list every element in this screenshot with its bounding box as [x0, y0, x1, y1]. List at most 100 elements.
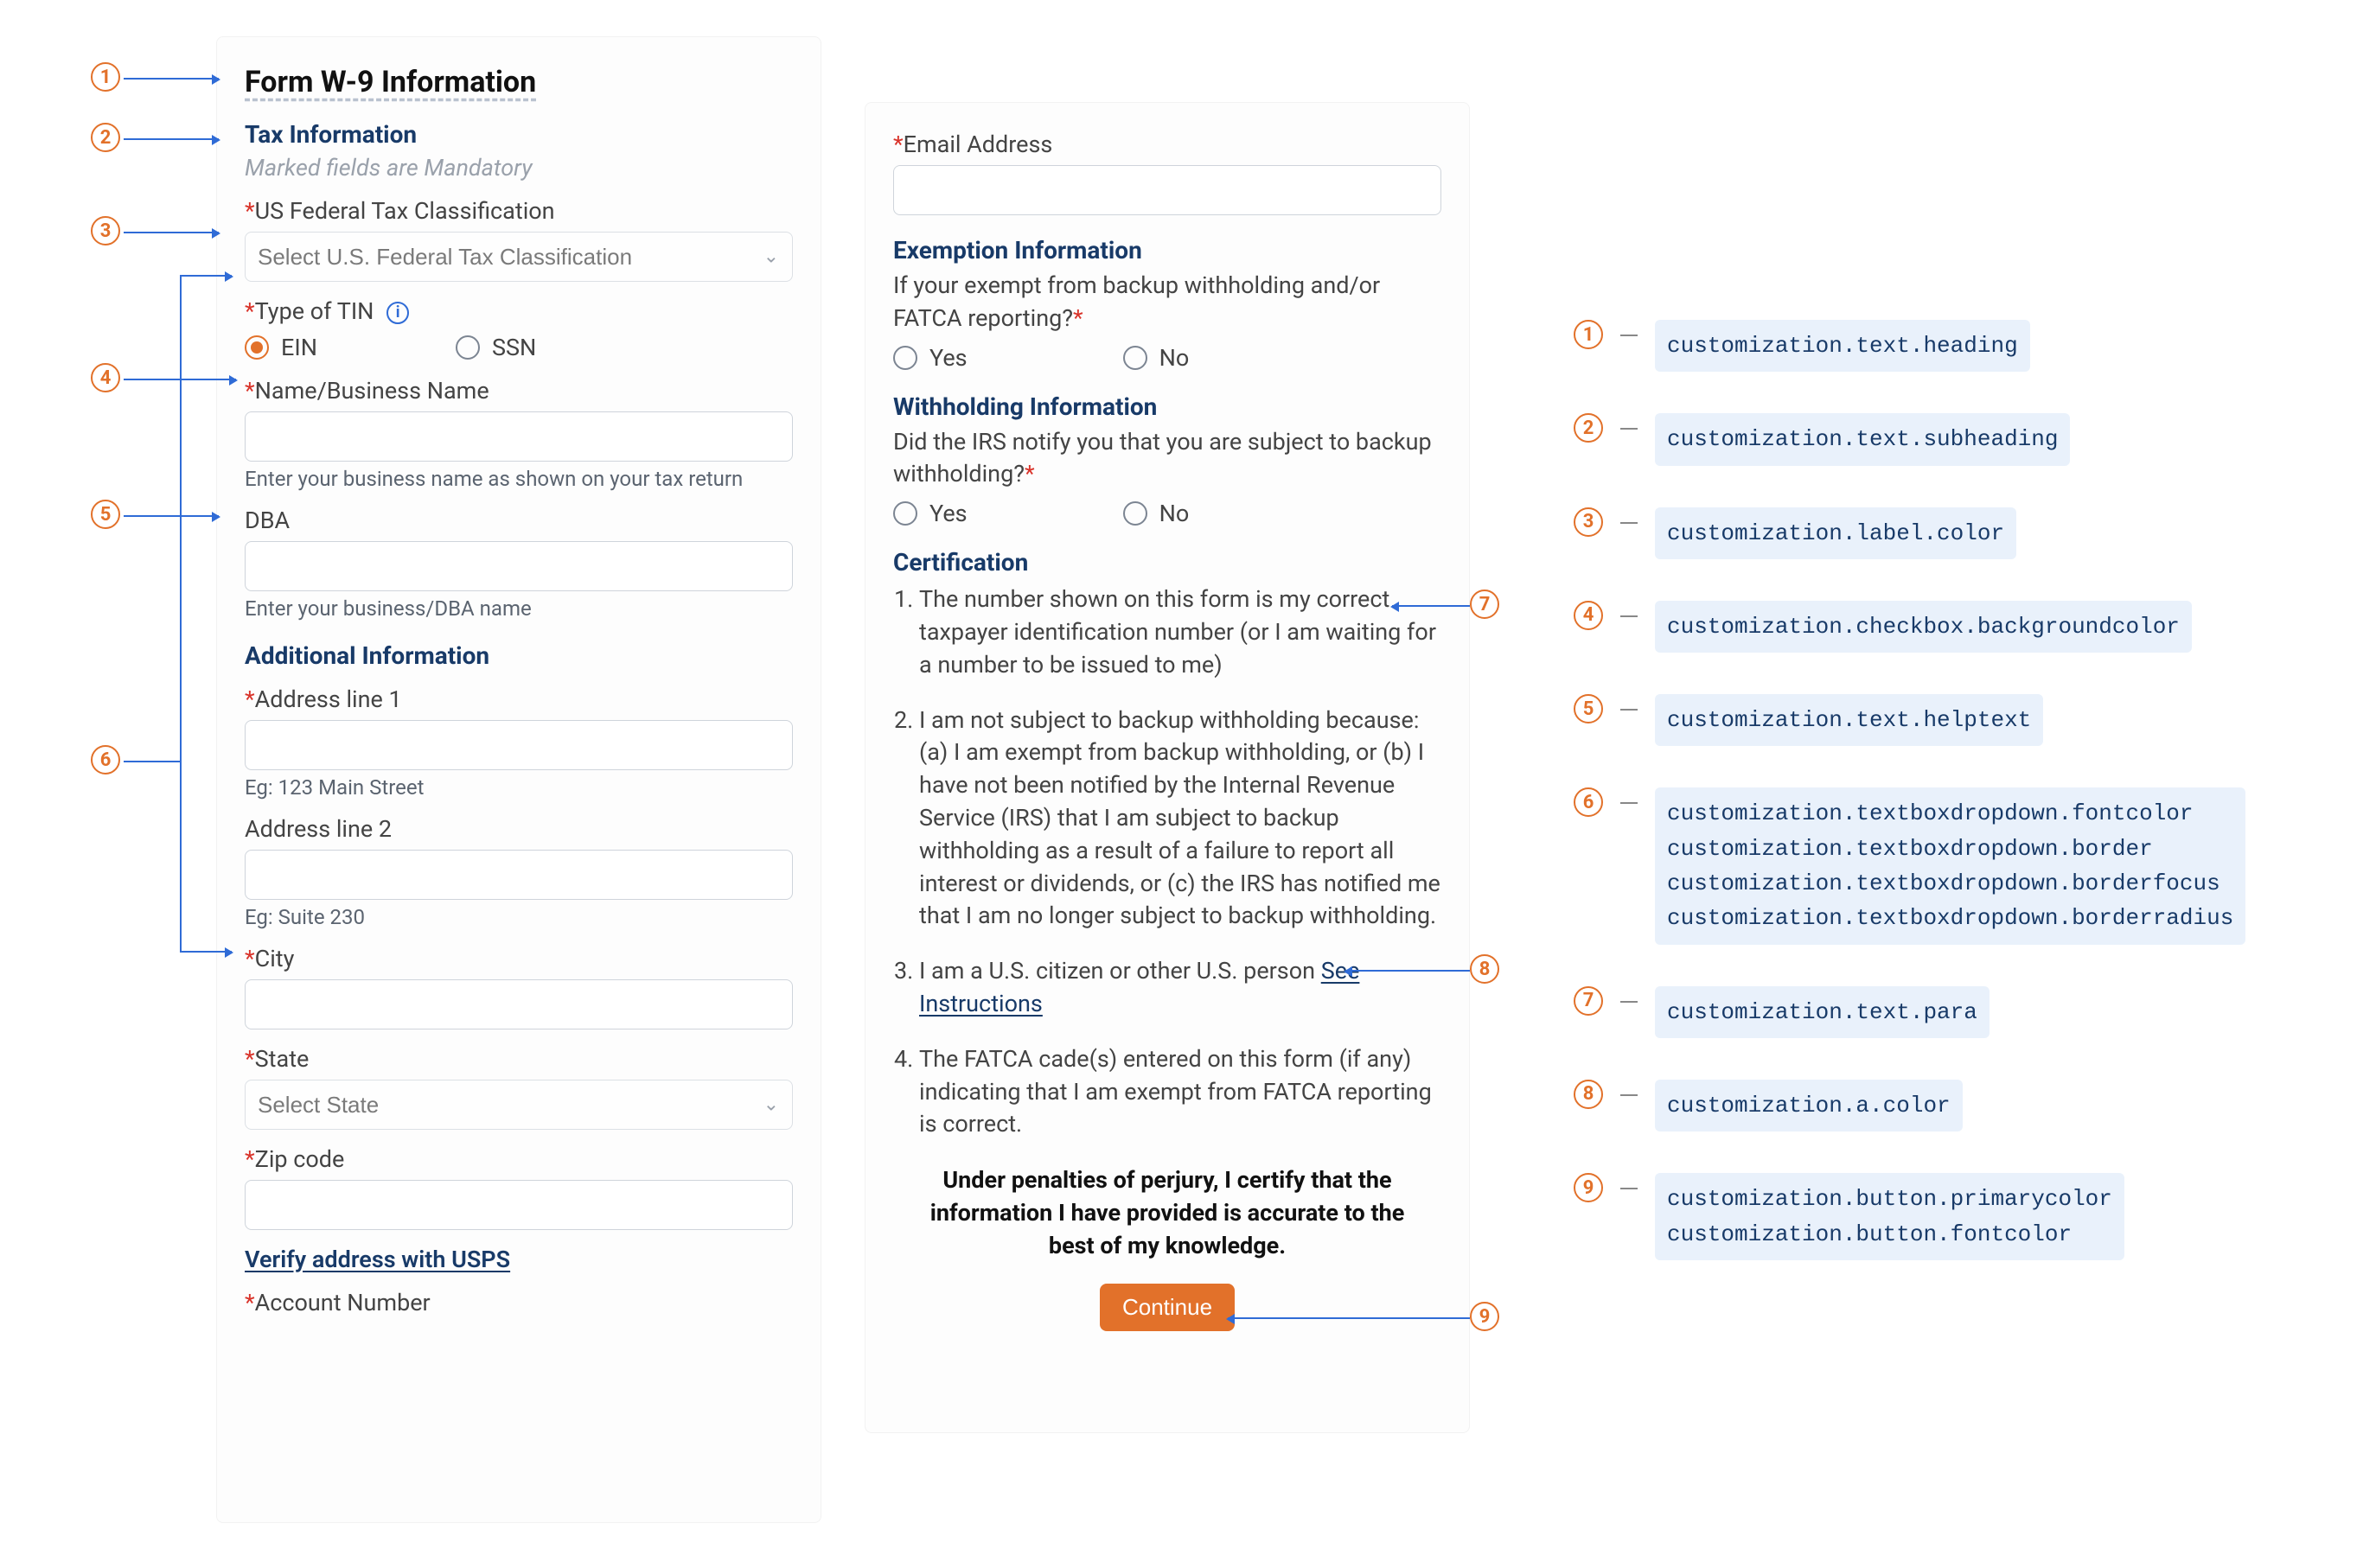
- dash-icon: [1620, 615, 1638, 617]
- business-name-label: *Name/Business Name: [245, 377, 793, 405]
- annotation-marker-8: 8: [1470, 954, 1499, 984]
- classification-label: *US Federal Tax Classification: [245, 197, 793, 225]
- withholding-no-label: No: [1159, 500, 1190, 527]
- cert-item-2: I am not subject to backup withholding b…: [919, 704, 1441, 934]
- annotation-marker-7: 7: [1470, 590, 1499, 619]
- zip-label-text: Zip code: [255, 1145, 345, 1173]
- dba-help: Enter your business/DBA name: [245, 596, 793, 621]
- addr1-help: Eg: 123 Main Street: [245, 775, 793, 800]
- doc-token-5: customization.text.helptext: [1655, 694, 2043, 746]
- account-label: *Account Number: [245, 1289, 793, 1316]
- doc-token-6: customization.textboxdropdown.fontcolor …: [1655, 787, 2245, 944]
- radio-icon: [1123, 501, 1147, 526]
- dash-icon: [1620, 709, 1638, 711]
- doc-marker-1: 1: [1574, 320, 1603, 349]
- account-label-text: Account Number: [255, 1289, 431, 1316]
- tin-ein-label: EIN: [281, 334, 317, 361]
- annotation-marker-1: 1: [91, 62, 120, 92]
- page-title: Form W-9 Information: [245, 65, 793, 99]
- state-label-text: State: [255, 1045, 310, 1073]
- annotation-connector: [1392, 605, 1470, 607]
- state-select[interactable]: Select State: [245, 1080, 793, 1130]
- mandatory-note: Marked fields are Mandatory: [245, 154, 793, 182]
- doc-marker-8: 8: [1574, 1080, 1603, 1109]
- radio-icon: [1123, 346, 1147, 370]
- exemption-subheading: Exemption Information: [893, 236, 1441, 265]
- annotation-marker-2: 2: [91, 123, 120, 152]
- annotation-connector: [124, 78, 219, 80]
- email-label-text: Email Address: [904, 131, 1053, 158]
- continue-button[interactable]: Continue: [1100, 1284, 1235, 1331]
- dash-icon: [1620, 1001, 1638, 1003]
- doc-marker-2: 2: [1574, 413, 1603, 443]
- email-input[interactable]: [893, 165, 1441, 215]
- dash-icon: [1620, 802, 1638, 804]
- classification-select[interactable]: Select U.S. Federal Tax Classification: [245, 232, 793, 282]
- annotation-connector: [124, 761, 180, 762]
- annotation-connector: [124, 232, 219, 233]
- exemption-yes[interactable]: Yes: [893, 344, 968, 372]
- state-label: *State: [245, 1045, 793, 1073]
- dba-label: DBA: [245, 507, 793, 534]
- cert-item-3-text: I am a U.S. citizen or other U.S. person: [919, 957, 1321, 985]
- certification-list: The number shown on this form is my corr…: [893, 583, 1441, 1141]
- tin-type-radio-group: EIN SSN: [245, 334, 793, 361]
- addr2-help: Eg: Suite 230: [245, 905, 793, 929]
- withholding-yes-label: Yes: [929, 500, 968, 527]
- perjury-statement: Under penalties of perjury, I certify th…: [919, 1164, 1415, 1262]
- info-icon[interactable]: i: [386, 302, 409, 324]
- tin-ssn-label: SSN: [492, 334, 536, 361]
- email-label: *Email Address: [893, 131, 1441, 158]
- dash-icon: [1620, 428, 1638, 430]
- annotation-marker-9: 9: [1470, 1302, 1499, 1331]
- business-name-help: Enter your business name as shown on you…: [245, 467, 793, 491]
- tin-type-label: *Type of TIN i: [245, 297, 793, 325]
- exemption-yes-label: Yes: [929, 344, 968, 372]
- withholding-subheading: Withholding Information: [893, 392, 1441, 421]
- doc-marker-4: 4: [1574, 601, 1603, 630]
- exemption-question: If your exempt from backup withholding a…: [893, 270, 1441, 335]
- zip-input[interactable]: [245, 1180, 793, 1230]
- tax-info-subheading: Tax Information: [245, 120, 793, 149]
- doc-token-4: customization.checkbox.backgroundcolor: [1655, 601, 2192, 653]
- addr1-label-text: Address line 1: [255, 685, 402, 713]
- doc-marker-6: 6: [1574, 787, 1603, 817]
- cert-item-1: The number shown on this form is my corr…: [919, 583, 1441, 681]
- doc-token-7: customization.text.para: [1655, 986, 1990, 1038]
- certification-subheading: Certification: [893, 548, 1441, 577]
- exemption-no[interactable]: No: [1123, 344, 1190, 372]
- radio-icon: [456, 335, 480, 360]
- dba-input[interactable]: [245, 541, 793, 591]
- doc-marker-9: 9: [1574, 1173, 1603, 1202]
- tin-type-ein[interactable]: EIN: [245, 334, 317, 361]
- doc-marker-7: 7: [1574, 986, 1603, 1016]
- annotation-connector: [1228, 1317, 1470, 1319]
- doc-token-3: customization.label.color: [1655, 507, 2016, 559]
- withholding-no[interactable]: No: [1123, 500, 1190, 527]
- business-name-input[interactable]: [245, 411, 793, 462]
- usps-verify-link[interactable]: Verify address with USPS: [245, 1246, 510, 1273]
- withholding-yes[interactable]: Yes: [893, 500, 968, 527]
- annotation-connector: [180, 275, 182, 951]
- addr2-label: Address line 2: [245, 815, 793, 843]
- form-card-right: *Email Address Exemption Information If …: [865, 102, 1470, 1433]
- addr2-input[interactable]: [245, 850, 793, 900]
- addr1-input[interactable]: [245, 720, 793, 770]
- doc-token-9: customization.button.primarycolor custom…: [1655, 1173, 2124, 1260]
- annotation-connector: [124, 138, 219, 140]
- dash-icon: [1620, 1094, 1638, 1096]
- tin-type-ssn[interactable]: SSN: [456, 334, 536, 361]
- dash-icon: [1620, 1188, 1638, 1189]
- annotation-connector: [124, 515, 219, 517]
- annotation-connector: [180, 951, 232, 953]
- city-input[interactable]: [245, 979, 793, 1029]
- doc-token-1: customization.text.heading: [1655, 320, 2030, 372]
- withholding-radio-group: Yes No: [893, 500, 1441, 527]
- dash-icon: [1620, 522, 1638, 524]
- business-name-label-text: Name/Business Name: [255, 377, 489, 405]
- tin-type-label-text: Type of TIN: [255, 297, 374, 325]
- addr1-label: *Address line 1: [245, 685, 793, 713]
- withholding-question: Did the IRS notify you that you are subj…: [893, 426, 1441, 492]
- doc-marker-5: 5: [1574, 694, 1603, 723]
- doc-token-2: customization.text.subheading: [1655, 413, 2070, 465]
